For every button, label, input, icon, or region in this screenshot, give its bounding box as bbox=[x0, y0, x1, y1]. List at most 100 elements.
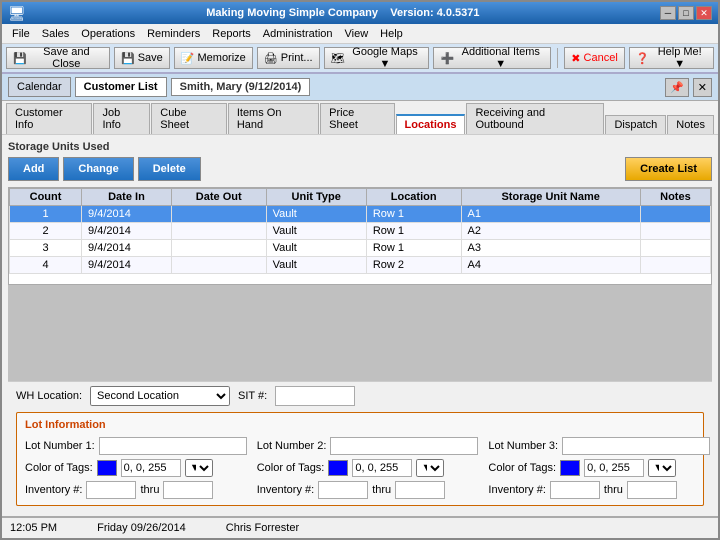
color-input-3[interactable] bbox=[584, 459, 644, 477]
table-cell: 2 bbox=[10, 223, 82, 240]
customer-name[interactable]: Smith, Mary (9/12/2014) bbox=[171, 78, 311, 96]
table-cell bbox=[171, 240, 266, 257]
lot-number-2-input[interactable] bbox=[330, 437, 478, 455]
tab-job-info[interactable]: Job Info bbox=[93, 103, 150, 134]
table-row[interactable]: 49/4/2014VaultRow 2A4 bbox=[10, 257, 711, 274]
create-list-button[interactable]: Create List bbox=[625, 157, 712, 181]
change-button[interactable]: Change bbox=[63, 157, 133, 181]
cancel-button[interactable]: ✖ Cancel bbox=[564, 47, 624, 69]
table-cell: 3 bbox=[10, 240, 82, 257]
table-cell: 1 bbox=[10, 206, 82, 223]
color-input-1[interactable] bbox=[121, 459, 181, 477]
tab-cube-sheet[interactable]: Cube Sheet bbox=[151, 103, 227, 134]
lot-number-3-input[interactable] bbox=[562, 437, 710, 455]
inventory-1-thru-input[interactable] bbox=[163, 481, 213, 499]
table-cell: 9/4/2014 bbox=[82, 223, 172, 240]
inventory-2-row: Inventory #: thru bbox=[257, 481, 479, 499]
google-maps-button[interactable]: 🗺 Google Maps ▼ bbox=[324, 47, 430, 69]
lot-number-3-label: Lot Number 3: bbox=[488, 440, 558, 452]
thru-2-label: thru bbox=[372, 484, 391, 496]
color-swatch-2 bbox=[328, 460, 348, 476]
table-body: 19/4/2014 VaultRow 1A129/4/2014 VaultRow 1… bbox=[10, 206, 711, 274]
inventory-2-thru-input[interactable] bbox=[395, 481, 445, 499]
inventory-3-row: Inventory #: thru bbox=[488, 481, 710, 499]
table-cell: A4 bbox=[461, 257, 640, 274]
tab-notes[interactable]: Notes bbox=[667, 115, 714, 134]
sub-tabs: Customer Info Job Info Cube Sheet Items … bbox=[2, 101, 718, 135]
color-tags-1-label: Color of Tags: bbox=[25, 462, 93, 474]
print-button[interactable]: 🖨 Print... bbox=[257, 47, 320, 69]
lot-grid: Lot Number 1: Lot Number 2: Lot Number 3… bbox=[25, 437, 695, 499]
table-cell: A1 bbox=[461, 206, 640, 223]
table-cell bbox=[171, 257, 266, 274]
help-button[interactable]: ❓ Help Me! ▼ bbox=[629, 47, 714, 69]
tab-calendar[interactable]: Calendar bbox=[8, 77, 71, 97]
table-cell bbox=[640, 206, 710, 223]
menu-bar: File Sales Operations Reminders Reports … bbox=[2, 24, 718, 44]
inventory-1-from-input[interactable] bbox=[86, 481, 136, 499]
color-input-2[interactable] bbox=[352, 459, 412, 477]
add-button[interactable]: Add bbox=[8, 157, 59, 181]
delete-button[interactable]: Delete bbox=[138, 157, 201, 181]
tab-price-sheet[interactable]: Price Sheet bbox=[320, 103, 394, 134]
table-row[interactable]: 29/4/2014 VaultRow 1A2 bbox=[10, 223, 711, 240]
lot-info-title: Lot Information bbox=[25, 419, 695, 431]
table-row[interactable]: 39/4/2014VaultRow 1A3 bbox=[10, 240, 711, 257]
table-row[interactable]: 19/4/2014VaultRow 1A1 bbox=[10, 206, 711, 223]
table-cell: Row 1 bbox=[366, 223, 461, 240]
col-unit-type: Unit Type bbox=[266, 189, 366, 206]
table-cell: Row 1 bbox=[366, 206, 461, 223]
close-customer-button[interactable]: ✕ bbox=[693, 78, 712, 97]
toolbar-separator bbox=[557, 48, 558, 68]
table-cell bbox=[640, 257, 710, 274]
color-swatch-1 bbox=[97, 460, 117, 476]
color-select-2[interactable]: ▼ bbox=[416, 459, 444, 477]
tab-items-on-hand[interactable]: Items On Hand bbox=[228, 103, 319, 134]
lot-number-1-input[interactable] bbox=[99, 437, 247, 455]
inventory-2-from-input[interactable] bbox=[318, 481, 368, 499]
create-list-area: Create List bbox=[625, 157, 712, 181]
inventory-2-label: Inventory #: bbox=[257, 484, 314, 496]
menu-help[interactable]: Help bbox=[374, 26, 409, 42]
title-bar-title: Making Moving Simple Company Version: 4.… bbox=[26, 7, 660, 19]
close-button[interactable]: ✕ bbox=[696, 6, 712, 20]
minimize-button[interactable]: ─ bbox=[660, 6, 676, 20]
menu-file[interactable]: File bbox=[6, 26, 36, 42]
menu-reports[interactable]: Reports bbox=[206, 26, 257, 42]
save-button[interactable]: 💾 Save bbox=[114, 47, 170, 69]
table-cell: A2 bbox=[461, 223, 640, 240]
table-cell: Vault bbox=[266, 240, 366, 257]
action-row: Add Change Delete Create List bbox=[8, 157, 712, 181]
color-select-3[interactable]: ▼ bbox=[648, 459, 676, 477]
sit-input[interactable] bbox=[275, 386, 355, 406]
wh-location-label: WH Location: bbox=[16, 390, 82, 402]
table-cell bbox=[640, 223, 710, 240]
tab-locations[interactable]: Locations bbox=[396, 114, 466, 134]
status-bar: 12:05 PM Friday 09/26/2014 Chris Forrest… bbox=[2, 516, 718, 538]
tab-dispatch[interactable]: Dispatch bbox=[605, 115, 666, 134]
color-tags-3-row: Color of Tags: ▼ bbox=[488, 459, 710, 477]
empty-area bbox=[8, 285, 712, 381]
maximize-button[interactable]: □ bbox=[678, 6, 694, 20]
inventory-3-from-input[interactable] bbox=[550, 481, 600, 499]
menu-administration[interactable]: Administration bbox=[257, 26, 339, 42]
inventory-1-label: Inventory #: bbox=[25, 484, 82, 496]
additional-items-button[interactable]: ➕ Additional Items ▼ bbox=[433, 47, 551, 69]
table-cell: Row 1 bbox=[366, 240, 461, 257]
table-cell: Vault bbox=[266, 223, 366, 240]
tab-customer-info[interactable]: Customer Info bbox=[6, 103, 92, 134]
footer-area: WH Location: Second Location SIT #: Lot … bbox=[8, 381, 712, 510]
tab-customer-list[interactable]: Customer List bbox=[75, 77, 167, 97]
status-date: Friday 09/26/2014 bbox=[97, 522, 186, 534]
wh-location-select[interactable]: Second Location bbox=[90, 386, 230, 406]
inventory-3-thru-input[interactable] bbox=[627, 481, 677, 499]
pin-button[interactable]: 📌 bbox=[665, 78, 689, 97]
menu-operations[interactable]: Operations bbox=[75, 26, 141, 42]
save-close-button[interactable]: 💾 Save and Close bbox=[6, 47, 110, 69]
menu-reminders[interactable]: Reminders bbox=[141, 26, 206, 42]
color-select-1[interactable]: ▼ bbox=[185, 459, 213, 477]
menu-view[interactable]: View bbox=[339, 26, 375, 42]
menu-sales[interactable]: Sales bbox=[36, 26, 76, 42]
tab-receiving-outbound[interactable]: Receiving and Outbound bbox=[466, 103, 604, 134]
memorize-button[interactable]: 📝 Memorize bbox=[174, 47, 253, 69]
